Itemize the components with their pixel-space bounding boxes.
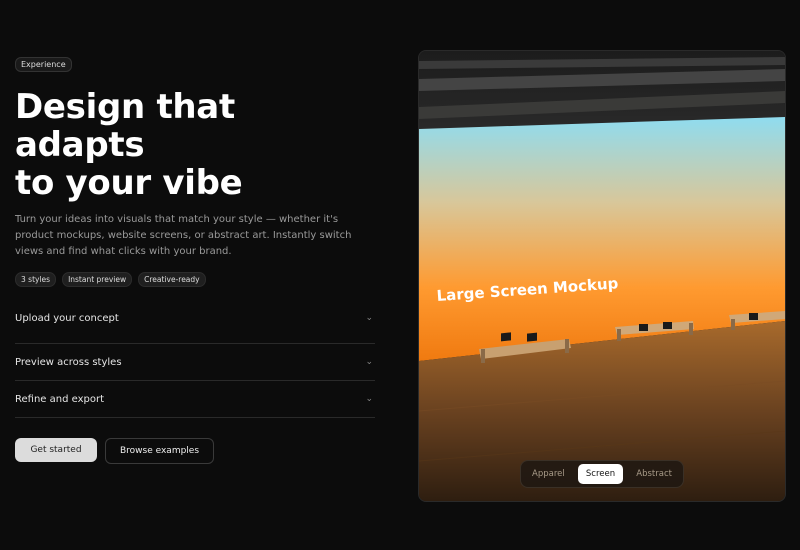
tab-abstract[interactable]: Abstract <box>628 464 680 484</box>
feature-accordion: Upload your concept ⌄ Preview across sty… <box>15 313 375 418</box>
hero-section: Experience Design that adapts to your vi… <box>15 52 375 464</box>
browse-examples-button[interactable]: Browse examples <box>105 438 214 464</box>
tab-screen[interactable]: Screen <box>577 464 624 484</box>
mockup-scene: Large Screen Mockup <box>419 51 785 501</box>
accordion-item-refine[interactable]: Refine and export ⌄ <box>15 381 375 418</box>
tag: Instant preview <box>62 272 133 287</box>
hero-description: Turn your ideas into visuals that match … <box>15 214 352 257</box>
style-tabs: Apparel Screen Abstract <box>520 460 684 488</box>
tab-apparel[interactable]: Apparel <box>524 464 573 484</box>
cta-group: Get started Browse examples <box>15 438 375 464</box>
chevron-down-icon: ⌄ <box>365 357 373 367</box>
feature-tags: 3 styles Instant preview Creative-ready <box>15 272 375 287</box>
tag: Creative-ready <box>138 272 206 287</box>
accordion-item-label: Upload your concept <box>15 313 119 324</box>
tag: 3 styles <box>15 272 57 287</box>
accordion-item-preview[interactable]: Preview across styles ⌄ <box>15 344 375 381</box>
accordion-item-label: Preview across styles <box>15 356 122 368</box>
page-title: Design that adapts to your vibe <box>15 87 243 203</box>
section-badge: Experience <box>15 57 72 72</box>
chevron-down-icon: ⌄ <box>365 394 373 404</box>
accordion-item-upload[interactable]: Upload your concept ⌄ <box>15 313 375 344</box>
get-started-button[interactable]: Get started <box>15 438 97 462</box>
accordion-item-label: Refine and export <box>15 393 105 405</box>
large-screen <box>419 117 785 361</box>
chevron-down-icon: ⌄ <box>365 313 373 323</box>
preview-frame: Large Screen Mockup Apparel Screen Abstr… <box>418 50 786 502</box>
